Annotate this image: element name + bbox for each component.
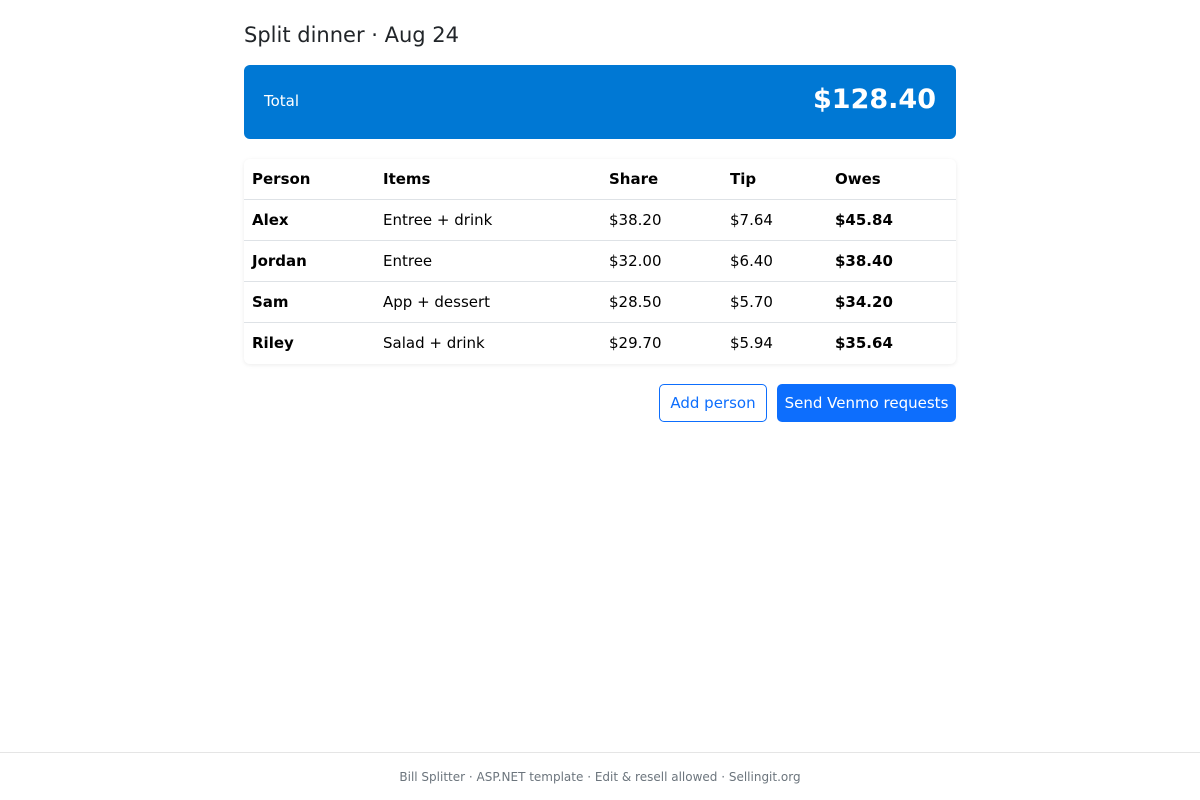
share-cell: $38.20 [609,211,662,229]
total-amount: $128.40 [813,84,936,115]
owes-cell: $34.20 [835,293,893,311]
table-row: Riley Salad + drink $29.70 $5.94 $35.64 [244,323,956,364]
person-name: Sam [252,293,289,311]
column-header-share: Share [609,170,659,188]
total-card: Total $128.40 [244,65,956,139]
items-cell: Entree [383,252,433,270]
share-cell: $32.00 [609,252,662,270]
tip-cell: $7.64 [730,211,773,229]
column-header-owes: Owes [835,170,881,188]
split-table-card: Person Items Share Tip Owes Alex Entree … [244,159,956,364]
person-name: Riley [252,334,294,353]
owes-cell: $35.64 [835,334,893,353]
tip-cell: $5.94 [730,334,773,353]
send-venmo-requests-button[interactable]: Send Venmo requests [777,384,956,422]
column-header-person: Person [252,170,311,188]
footer-text: Bill Splitter · ASP.NET template · Edit … [399,770,801,784]
person-name: Alex [252,211,289,229]
share-cell: $29.70 [609,334,662,353]
items-cell: Salad + drink [383,334,485,353]
page-title: Split dinner · Aug 24 [244,23,460,47]
items-cell: App + dessert [383,293,491,311]
footer: Bill Splitter · ASP.NET template · Edit … [0,752,1200,800]
table-row: Jordan Entree $32.00 $6.40 $38.40 [244,241,956,282]
split-table: Person Items Share Tip Owes Alex Entree … [244,159,956,364]
owes-cell: $45.84 [835,211,893,229]
tip-cell: $6.40 [730,252,773,270]
person-name: Jordan [252,252,307,270]
table-row: Alex Entree + drink $38.20 $7.64 $45.84 [244,200,956,241]
share-cell: $28.50 [609,293,662,311]
add-person-button[interactable]: Add person [659,384,767,422]
column-header-items: Items [383,170,431,188]
items-cell: Entree + drink [383,211,493,229]
column-header-tip: Tip [730,170,757,188]
table-header-row: Person Items Share Tip Owes [244,159,956,200]
owes-cell: $38.40 [835,252,893,270]
total-label: Total [264,92,300,110]
tip-cell: $5.70 [730,293,773,311]
table-row: Sam App + dessert $28.50 $5.70 $34.20 [244,282,956,323]
